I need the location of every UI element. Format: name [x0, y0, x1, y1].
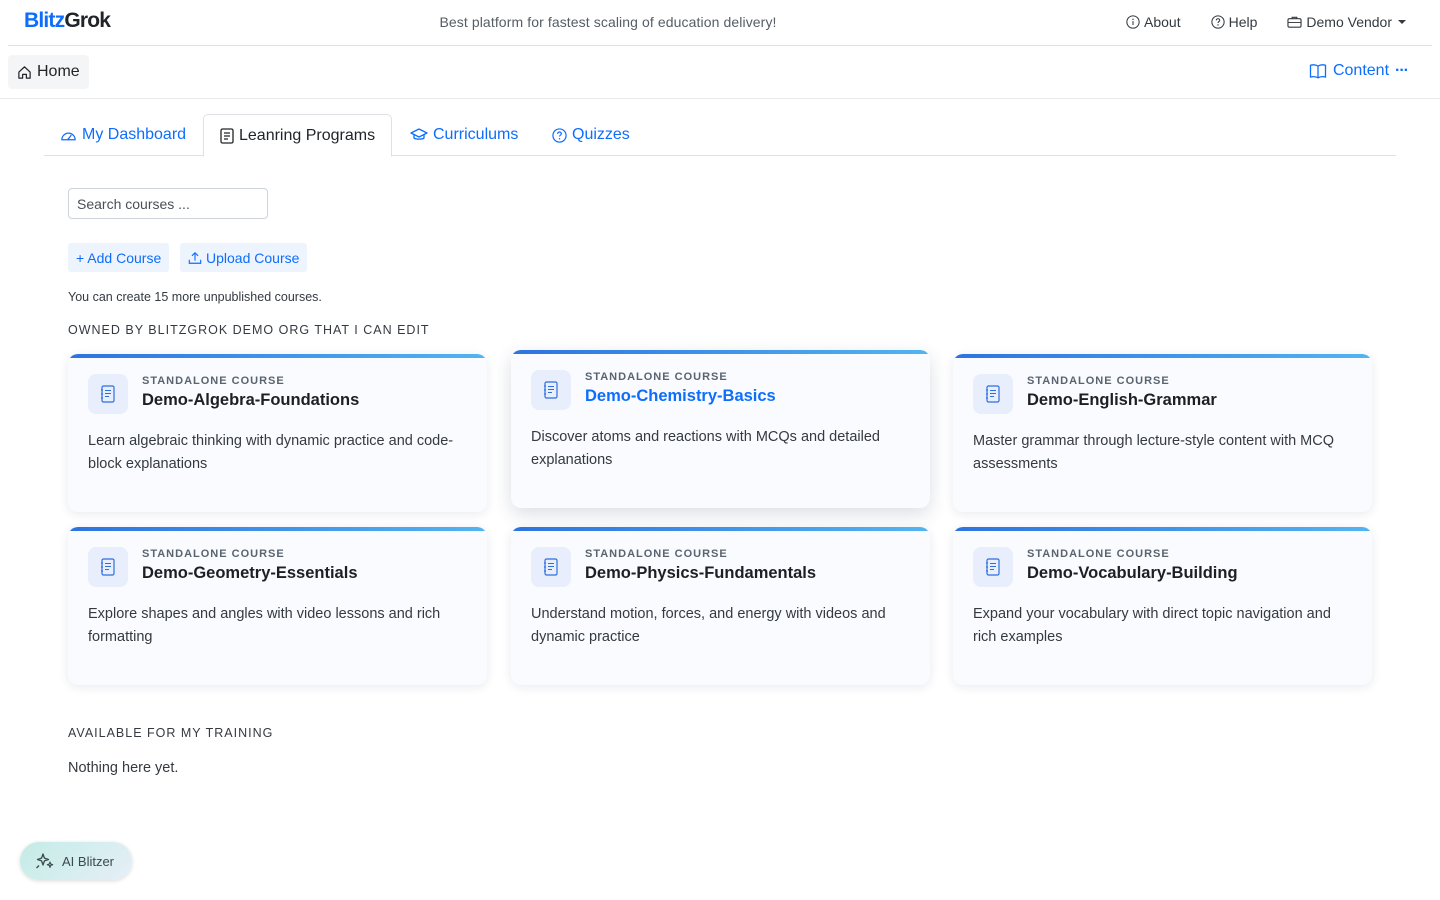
main-tabs: My Dashboard Leanring Programs Curriculu… — [44, 114, 1396, 157]
top-nav-links: About Help Demo Vendor — [1126, 14, 1406, 30]
course-card-english[interactable]: STANDALONE COURSE Demo-English-Grammar M… — [953, 354, 1372, 512]
help-circle-icon — [1210, 15, 1225, 29]
tab-label: My Dashboard — [82, 126, 187, 143]
tab-learning-programs[interactable]: Leanring Programs — [203, 114, 393, 157]
course-card-vocabulary[interactable]: STANDALONE COURSE Demo-Vocabulary-Buildi… — [953, 527, 1372, 685]
upload-course-label: Upload Course — [206, 249, 300, 266]
course-icon-box — [88, 374, 128, 414]
about-label: About — [1144, 14, 1181, 30]
journal-text-icon — [101, 385, 115, 403]
course-card-chemistry[interactable]: STANDALONE COURSE Demo-Chemistry-Basics … — [511, 350, 930, 508]
course-card-physics[interactable]: STANDALONE COURSE Demo-Physics-Fundament… — [511, 527, 930, 685]
top-navbar: BlitzGrok Best platform for fastest scal… — [8, 0, 1432, 46]
tagline: Best platform for fastest scaling of edu… — [439, 14, 777, 30]
course-kind: STANDALONE COURSE — [142, 548, 285, 560]
course-description: Understand motion, forces, and energy wi… — [531, 606, 886, 645]
course-kind: STANDALONE COURSE — [142, 375, 285, 387]
mortarboard-icon — [410, 128, 428, 140]
course-description: Explore shapes and angles with video les… — [88, 606, 441, 645]
journal-text-icon — [544, 558, 558, 576]
course-title: Demo-Geometry-Essentials — [142, 564, 358, 582]
tab-label: Quizzes — [572, 126, 630, 143]
course-card-algebra[interactable]: STANDALONE COURSE Demo-Algebra-Foundatio… — [68, 354, 487, 512]
content-label: Content — [1332, 62, 1390, 79]
journal-text-icon — [220, 127, 234, 144]
course-icon-box — [973, 374, 1013, 414]
speedometer-icon — [61, 132, 76, 141]
caret-down-icon — [1398, 20, 1406, 24]
help-label: Help — [1228, 14, 1258, 30]
course-title: Demo-Vocabulary-Building — [1027, 564, 1238, 582]
training-section-title: AVAILABLE FOR MY TRAINING — [68, 726, 274, 740]
sparkles-icon — [36, 853, 54, 869]
course-icon-box — [88, 547, 128, 587]
course-icon-box — [531, 547, 571, 587]
upload-course-button[interactable]: Upload Course — [180, 243, 308, 272]
help-link[interactable]: Help — [1210, 14, 1258, 30]
briefcase-icon — [1287, 16, 1302, 28]
course-kind: STANDALONE COURSE — [585, 548, 728, 560]
course-description: Learn algebraic thinking with dynamic pr… — [88, 433, 454, 472]
house-icon — [18, 65, 31, 79]
course-kind: STANDALONE COURSE — [585, 371, 728, 383]
ai-blitzer-button[interactable]: AI Blitzer — [20, 842, 132, 880]
course-title: Demo-Chemistry-Basics — [585, 387, 776, 405]
tab-curriculums[interactable]: Curriculums — [394, 114, 534, 156]
search-courses-input[interactable] — [68, 188, 268, 219]
more-dots-icon: ··· — [1395, 62, 1409, 79]
course-description: Discover atoms and reactions with MCQs a… — [531, 429, 880, 468]
book-icon — [1309, 64, 1327, 79]
journal-text-icon — [986, 385, 1000, 403]
tab-my-dashboard[interactable]: My Dashboard — [44, 114, 202, 156]
vendor-dropdown[interactable]: Demo Vendor — [1287, 14, 1406, 30]
course-description: Master grammar through lecture-style con… — [973, 433, 1335, 472]
upload-icon — [188, 251, 202, 264]
question-circle-icon — [552, 127, 567, 143]
course-kind: STANDALONE COURSE — [1027, 548, 1170, 560]
ai-blitzer-label: AI Blitzer — [62, 853, 115, 869]
course-kind: STANDALONE COURSE — [1027, 375, 1170, 387]
course-title: Demo-Algebra-Foundations — [142, 391, 360, 409]
course-icon-box — [973, 547, 1013, 587]
journal-text-icon — [544, 381, 558, 399]
journal-text-icon — [986, 558, 1000, 576]
course-description: Expand your vocabulary with direct topic… — [973, 606, 1331, 645]
home-label: Home — [37, 63, 80, 80]
course-title: Demo-English-Grammar — [1027, 391, 1217, 409]
journal-text-icon — [101, 558, 115, 576]
add-course-label: + Add Course — [76, 249, 162, 266]
course-title: Demo-Physics-Fundamentals — [585, 564, 817, 582]
tab-label: Curriculums — [433, 126, 519, 143]
tab-quizzes[interactable]: Quizzes — [536, 114, 646, 156]
course-card-geometry[interactable]: STANDALONE COURSE Demo-Geometry-Essentia… — [68, 527, 487, 685]
add-course-button[interactable]: + Add Course — [68, 243, 170, 272]
owned-section-title: OWNED BY BLITZGROK DEMO ORG THAT I CAN E… — [68, 323, 430, 337]
content-menu-button[interactable]: Content ··· — [1309, 62, 1409, 80]
home-button[interactable]: Home — [8, 55, 89, 89]
training-empty-message: Nothing here yet. — [68, 760, 179, 776]
vendor-label: Demo Vendor — [1306, 14, 1392, 30]
unpublished-limit-note: You can create 15 more unpublished cours… — [68, 290, 322, 304]
course-icon-box — [531, 370, 571, 410]
about-link[interactable]: About — [1126, 14, 1181, 30]
tab-label: Leanring Programs — [239, 126, 376, 144]
sub-navbar: Home Content ··· — [0, 46, 1440, 99]
info-icon — [1126, 15, 1140, 29]
